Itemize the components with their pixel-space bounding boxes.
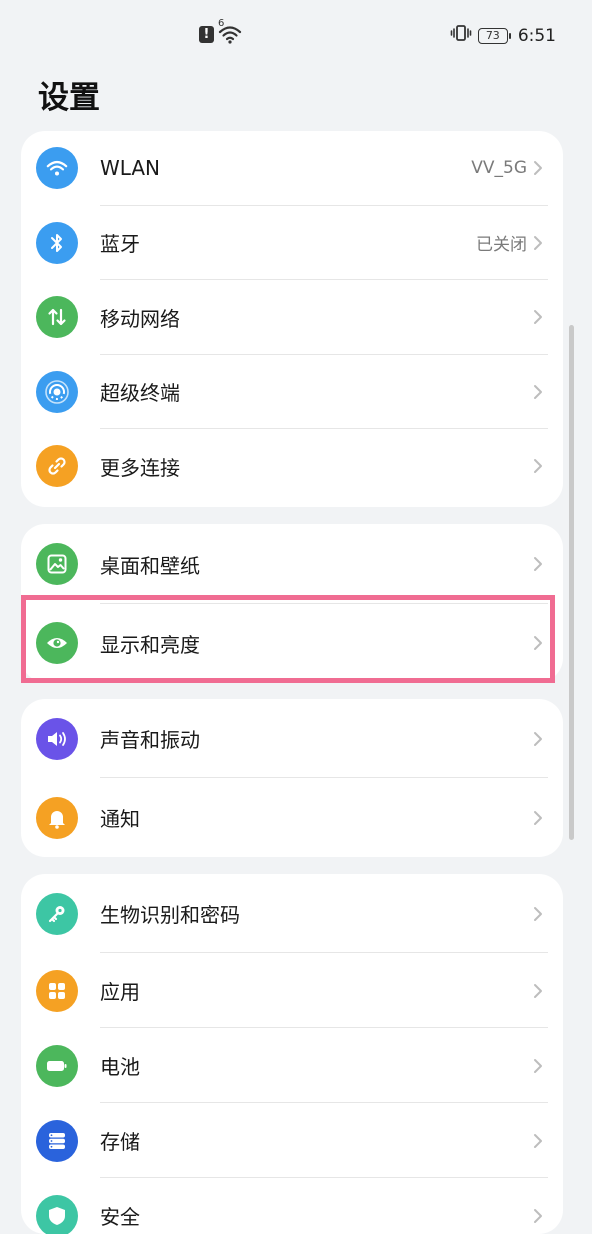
vibrate-icon xyxy=(450,24,472,47)
wallpaper-label: 桌面和壁纸 xyxy=(100,550,200,579)
battery-icon xyxy=(36,1045,78,1087)
super-device-row[interactable]: 超级终端 xyxy=(21,355,563,430)
chevron-right-icon xyxy=(531,1208,545,1224)
chevron-right-icon xyxy=(531,556,545,572)
scrollbar[interactable] xyxy=(569,325,574,840)
mobile-network-label: 移动网络 xyxy=(100,303,180,332)
link-icon xyxy=(36,445,78,487)
wifi-icon xyxy=(36,147,78,189)
chevron-right-icon xyxy=(531,235,545,251)
key-icon xyxy=(36,893,78,935)
chevron-right-icon xyxy=(531,906,545,922)
notification-label: 通知 xyxy=(100,803,140,832)
bluetooth-row[interactable]: 蓝牙 已关闭 xyxy=(21,206,563,281)
clock: 6:51 xyxy=(518,26,556,46)
status-bar: ! 6 73 6:51 xyxy=(0,0,592,70)
battery-level: 73 xyxy=(486,29,500,42)
more-connections-row[interactable]: 更多连接 xyxy=(21,429,563,504)
security-row[interactable]: 安全 xyxy=(21,1178,563,1234)
page-title: 设置 xyxy=(38,72,100,117)
bell-icon xyxy=(36,797,78,839)
sound-vibration-label: 声音和振动 xyxy=(100,724,200,753)
connectivity-card: WLAN VV_5G 蓝牙 已关闭 移动网络 超级终端 更多连接 xyxy=(21,131,563,507)
battery-status-icon: 73 xyxy=(478,28,508,44)
wifi-status-icon: 6 xyxy=(218,24,242,44)
battery-row[interactable]: 电池 xyxy=(21,1028,563,1103)
sound-vibration-row[interactable]: 声音和振动 xyxy=(21,699,563,778)
display-brightness-row[interactable]: 显示和亮度 xyxy=(21,604,563,682)
chevron-right-icon xyxy=(531,983,545,999)
more-connections-label: 更多连接 xyxy=(100,452,180,481)
status-left-icons: ! 6 xyxy=(199,24,242,44)
chevron-right-icon xyxy=(531,160,545,176)
biometrics-row[interactable]: 生物识别和密码 xyxy=(21,874,563,953)
biometrics-label: 生物识别和密码 xyxy=(100,899,240,928)
sound-notification-card: 声音和振动 通知 xyxy=(21,699,563,857)
security-label: 安全 xyxy=(100,1201,140,1230)
network-type-label: 6 xyxy=(218,18,224,29)
mobile-data-icon xyxy=(36,296,78,338)
storage-icon xyxy=(36,1120,78,1162)
chevron-right-icon xyxy=(531,1133,545,1149)
wlan-value: VV_5G xyxy=(471,158,527,178)
battery-label: 电池 xyxy=(100,1051,140,1080)
super-device-icon xyxy=(36,371,78,413)
display-brightness-label: 显示和亮度 xyxy=(100,629,200,658)
chevron-right-icon xyxy=(531,1058,545,1074)
chevron-right-icon xyxy=(531,384,545,400)
chevron-right-icon xyxy=(531,458,545,474)
chevron-right-icon xyxy=(531,731,545,747)
apps-label: 应用 xyxy=(100,976,140,1005)
chevron-right-icon xyxy=(531,309,545,325)
bluetooth-icon xyxy=(36,222,78,264)
apps-icon xyxy=(36,970,78,1012)
eye-icon xyxy=(36,622,78,664)
mobile-network-row[interactable]: 移动网络 xyxy=(21,280,563,355)
chevron-right-icon xyxy=(531,635,545,651)
storage-label: 存储 xyxy=(100,1126,140,1155)
wallpaper-icon xyxy=(36,543,78,585)
shield-icon xyxy=(36,1195,78,1234)
system-card: 生物识别和密码 应用 电池 存储 安全 xyxy=(21,874,563,1234)
super-device-label: 超级终端 xyxy=(100,377,180,406)
bluetooth-label: 蓝牙 xyxy=(100,228,140,257)
speaker-icon xyxy=(36,718,78,760)
wlan-label: WLAN xyxy=(100,156,160,180)
alert-icon: ! xyxy=(199,26,214,43)
display-card: 桌面和壁纸 显示和亮度 xyxy=(21,524,563,682)
wallpaper-row[interactable]: 桌面和壁纸 xyxy=(21,524,563,604)
wlan-row[interactable]: WLAN VV_5G xyxy=(21,131,563,206)
status-right-icons: 73 6:51 xyxy=(450,24,556,47)
bluetooth-value: 已关闭 xyxy=(476,230,527,255)
chevron-right-icon xyxy=(531,810,545,826)
notification-row[interactable]: 通知 xyxy=(21,778,563,857)
storage-row[interactable]: 存储 xyxy=(21,1103,563,1178)
apps-row[interactable]: 应用 xyxy=(21,953,563,1028)
